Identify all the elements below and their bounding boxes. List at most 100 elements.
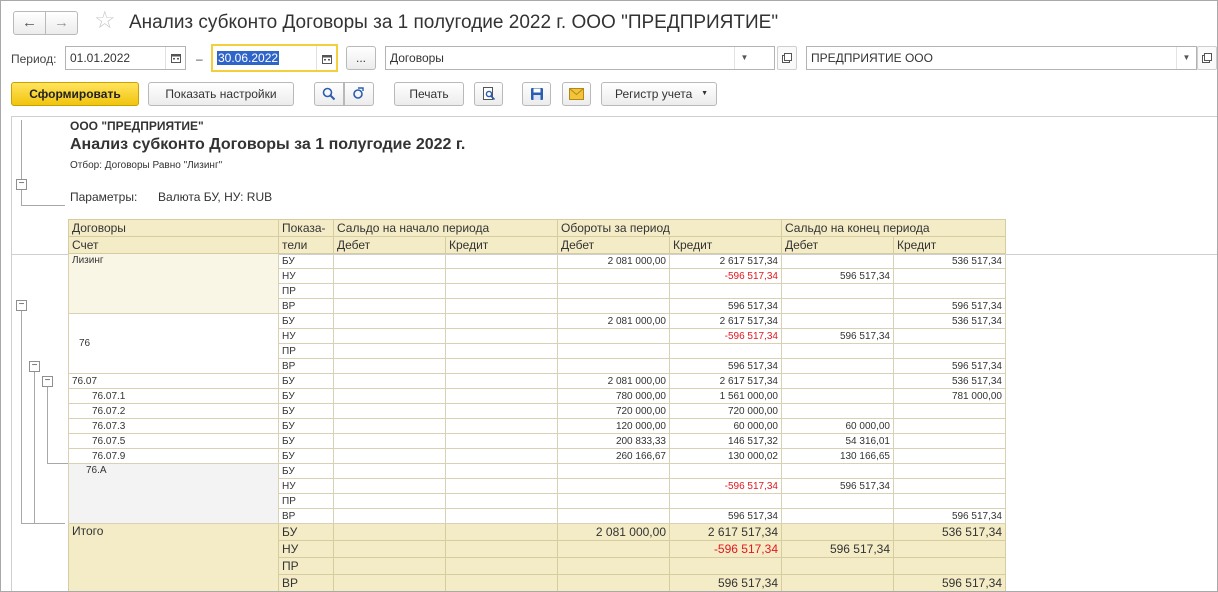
value-cell[interactable] — [445, 373, 558, 389]
value-cell[interactable]: 260 166,67 — [557, 448, 670, 464]
value-cell[interactable] — [445, 328, 558, 344]
value-cell[interactable] — [445, 540, 558, 558]
value-cell[interactable] — [669, 493, 782, 509]
value-cell[interactable]: 2 617 517,34 — [669, 313, 782, 329]
value-cell[interactable] — [893, 328, 1006, 344]
value-cell[interactable]: 536 517,34 — [893, 313, 1006, 329]
collapse-group-icon[interactable]: − — [16, 300, 27, 311]
value-cell[interactable] — [893, 463, 1006, 479]
value-cell[interactable]: 596 517,34 — [669, 298, 782, 314]
value-cell[interactable] — [893, 343, 1006, 359]
value-cell[interactable] — [333, 574, 446, 591]
value-cell[interactable] — [445, 253, 558, 269]
value-cell[interactable] — [781, 557, 894, 575]
value-cell[interactable]: 2 617 517,34 — [669, 523, 782, 541]
value-cell[interactable] — [781, 493, 894, 509]
value-cell[interactable] — [781, 253, 894, 269]
value-cell[interactable] — [333, 388, 446, 404]
value-cell[interactable] — [781, 388, 894, 404]
row-group-name[interactable]: Лизинг — [68, 253, 279, 314]
value-cell[interactable]: 596 517,34 — [893, 358, 1006, 374]
value-cell[interactable] — [893, 557, 1006, 575]
value-cell[interactable] — [445, 508, 558, 524]
value-cell[interactable] — [893, 418, 1006, 434]
value-cell[interactable] — [333, 448, 446, 464]
row-account-name[interactable]: 76.07.9 — [68, 448, 279, 464]
value-cell[interactable] — [669, 557, 782, 575]
row-group-name[interactable]: 76 — [68, 313, 279, 374]
value-cell[interactable] — [333, 328, 446, 344]
row-account-name[interactable]: 76.07.3 — [68, 418, 279, 434]
value-cell[interactable]: 596 517,34 — [893, 508, 1006, 524]
row-group-name[interactable]: 76.А — [68, 463, 279, 524]
value-cell[interactable] — [557, 508, 670, 524]
value-cell[interactable] — [893, 448, 1006, 464]
value-cell[interactable] — [557, 328, 670, 344]
value-cell[interactable] — [557, 478, 670, 494]
value-cell[interactable] — [333, 493, 446, 509]
value-cell[interactable]: 130 166,65 — [781, 448, 894, 464]
value-cell[interactable]: 596 517,34 — [781, 478, 894, 494]
value-cell[interactable] — [333, 313, 446, 329]
value-cell[interactable] — [445, 358, 558, 374]
value-cell[interactable] — [445, 268, 558, 284]
value-cell[interactable] — [781, 523, 894, 541]
value-cell[interactable]: -596 517,34 — [669, 328, 782, 344]
value-cell[interactable]: 2 081 000,00 — [557, 253, 670, 269]
value-cell[interactable] — [445, 478, 558, 494]
date-from-field[interactable]: 01.01.2022 — [65, 46, 186, 70]
value-cell[interactable] — [333, 540, 446, 558]
value-cell[interactable] — [333, 343, 446, 359]
value-cell[interactable] — [333, 557, 446, 575]
search-button[interactable] — [314, 82, 344, 106]
save-button[interactable] — [522, 82, 551, 106]
value-cell[interactable]: 130 000,02 — [669, 448, 782, 464]
value-cell[interactable] — [557, 574, 670, 591]
forward-button[interactable]: → — [45, 11, 78, 35]
search-next-button[interactable] — [344, 82, 374, 106]
value-cell[interactable] — [333, 358, 446, 374]
value-cell[interactable]: 60 000,00 — [669, 418, 782, 434]
value-cell[interactable] — [333, 298, 446, 314]
value-cell[interactable]: 2 617 517,34 — [669, 373, 782, 389]
subconto-select[interactable]: Договоры ▼ — [385, 46, 775, 70]
collapse-group-icon[interactable]: − — [42, 376, 53, 387]
value-cell[interactable]: 2 081 000,00 — [557, 313, 670, 329]
value-cell[interactable]: 720 000,00 — [557, 403, 670, 419]
value-cell[interactable] — [445, 523, 558, 541]
value-cell[interactable] — [669, 463, 782, 479]
value-cell[interactable]: -596 517,34 — [669, 478, 782, 494]
value-cell[interactable] — [781, 283, 894, 299]
generate-button[interactable]: Сформировать — [11, 82, 139, 106]
period-choose-button[interactable]: ... — [346, 46, 376, 70]
value-cell[interactable] — [557, 283, 670, 299]
value-cell[interactable] — [781, 403, 894, 419]
value-cell[interactable]: 120 000,00 — [557, 418, 670, 434]
open-subconto-button[interactable] — [777, 46, 797, 70]
value-cell[interactable] — [781, 574, 894, 591]
value-cell[interactable] — [893, 433, 1006, 449]
value-cell[interactable]: 780 000,00 — [557, 388, 670, 404]
date-to-field[interactable]: 30.06.2022 — [211, 44, 338, 72]
value-cell[interactable] — [557, 298, 670, 314]
value-cell[interactable] — [781, 508, 894, 524]
value-cell[interactable]: 596 517,34 — [781, 268, 894, 284]
value-cell[interactable] — [333, 463, 446, 479]
value-cell[interactable] — [333, 508, 446, 524]
value-cell[interactable] — [445, 448, 558, 464]
value-cell[interactable]: 60 000,00 — [781, 418, 894, 434]
value-cell[interactable] — [333, 523, 446, 541]
value-cell[interactable] — [669, 343, 782, 359]
value-cell[interactable] — [333, 433, 446, 449]
row-account-name[interactable]: 76.07.1 — [68, 388, 279, 404]
value-cell[interactable] — [333, 373, 446, 389]
value-cell[interactable]: -596 517,34 — [669, 268, 782, 284]
value-cell[interactable] — [893, 493, 1006, 509]
value-cell[interactable] — [445, 433, 558, 449]
value-cell[interactable]: 146 517,32 — [669, 433, 782, 449]
value-cell[interactable]: 1 561 000,00 — [669, 388, 782, 404]
value-cell[interactable] — [557, 358, 670, 374]
calendar-icon[interactable] — [165, 47, 185, 69]
register-menu-button[interactable]: Регистр учета ▼ — [601, 82, 717, 106]
value-cell[interactable] — [557, 557, 670, 575]
